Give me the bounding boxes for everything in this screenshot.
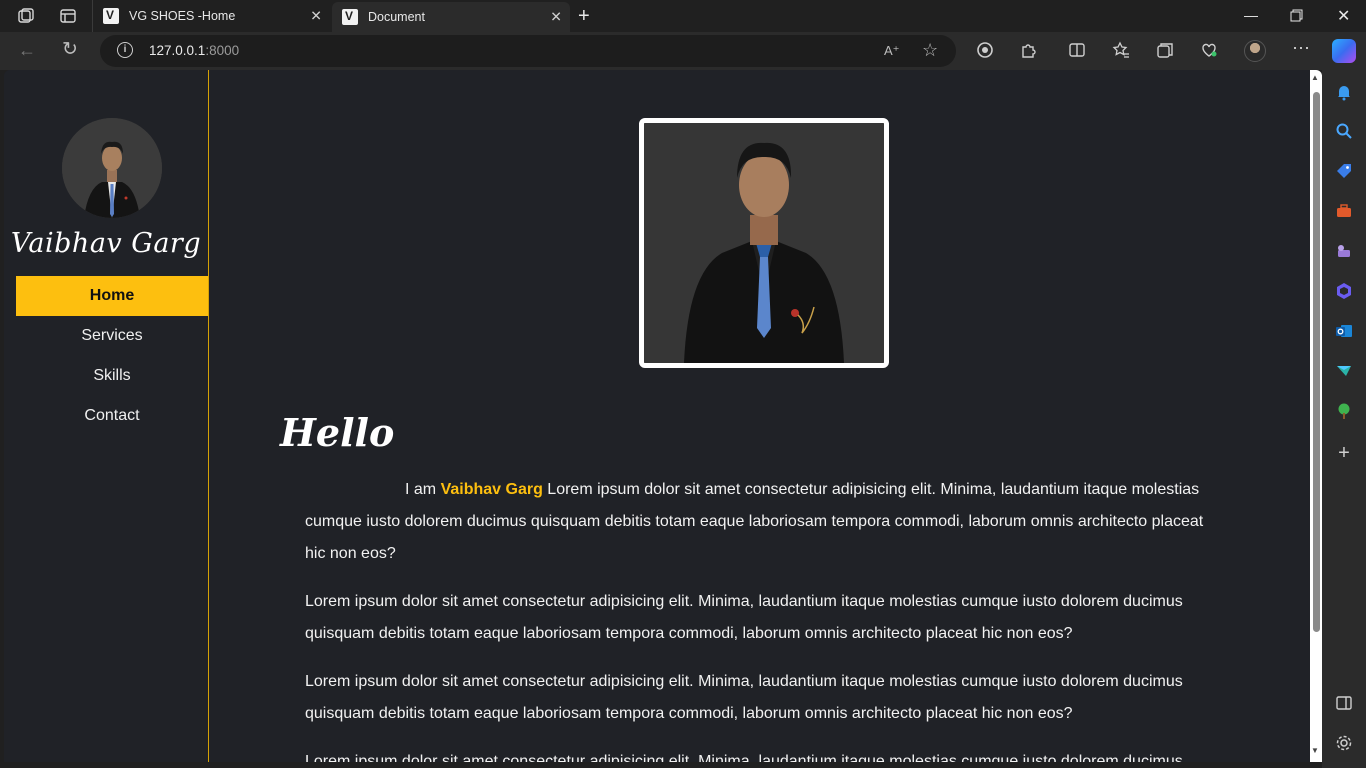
site-favicon-icon xyxy=(103,8,119,24)
designer-icon[interactable] xyxy=(1335,362,1353,380)
sidebar-settings-gear-icon[interactable] xyxy=(1335,734,1353,752)
intro-paragraph: I am Vaibhav Garg Lorem ipsum dolor sit … xyxy=(305,481,1204,562)
close-window-button[interactable]: ✕ xyxy=(1337,6,1350,26)
browser-health-icon[interactable] xyxy=(1200,41,1218,59)
tools-icon[interactable] xyxy=(1335,202,1353,220)
tree-icon[interactable] xyxy=(1335,402,1353,420)
outlook-icon[interactable] xyxy=(1335,322,1353,340)
search-icon[interactable] xyxy=(1335,122,1353,140)
close-tab-icon[interactable]: ✕ xyxy=(310,8,322,25)
collections-icon[interactable] xyxy=(1156,41,1174,59)
settings-more-icon[interactable]: ⋯ xyxy=(1292,38,1310,59)
tab-document[interactable]: Document ✕ xyxy=(332,2,570,32)
read-aloud-icon[interactable]: A⁺ xyxy=(884,43,900,59)
menu-item-services[interactable]: Services xyxy=(16,316,208,356)
page-heading: Hello xyxy=(280,410,395,455)
tab-vg-shoes[interactable]: VG SHOES -Home ✕ xyxy=(92,0,330,32)
refresh-button[interactable]: ↻ xyxy=(62,38,78,61)
scroll-down-arrow-icon[interactable]: ▼ xyxy=(1311,746,1319,755)
workspaces-icon[interactable] xyxy=(16,6,36,26)
site-info-icon[interactable]: i xyxy=(117,42,133,58)
microsoft-365-icon[interactable] xyxy=(1335,282,1353,300)
address-bar[interactable]: i 127.0.0.1:8000 A⁺ ☆ xyxy=(100,35,956,67)
profile-photo xyxy=(62,118,162,218)
split-screen-icon[interactable] xyxy=(1068,41,1086,59)
copilot-icon[interactable] xyxy=(1332,39,1356,63)
hero-photo xyxy=(639,118,889,368)
tab-actions-icon[interactable] xyxy=(58,6,78,26)
browser-titlebar: VG SHOES -Home ✕ Document ✕ + — ✕ xyxy=(0,0,1366,32)
close-tab-icon[interactable]: ✕ xyxy=(550,9,562,26)
site-sidebar: Vaibhav Garg Home Services Skills Contac… xyxy=(4,70,209,762)
new-tab-button[interactable]: + xyxy=(578,5,590,28)
add-sidebar-app-icon[interactable]: + xyxy=(1335,443,1353,463)
page-viewport: Vaibhav Garg Home Services Skills Contac… xyxy=(4,70,1322,762)
menu-item-skills[interactable]: Skills xyxy=(16,356,208,396)
browser-essentials-icon[interactable] xyxy=(976,41,994,59)
favorite-star-icon[interactable]: ☆ xyxy=(922,40,938,61)
scroll-up-arrow-icon[interactable]: ▲ xyxy=(1311,73,1319,82)
menu-item-contact[interactable]: Contact xyxy=(16,396,208,436)
avatar xyxy=(62,118,162,218)
menu-item-home[interactable]: Home xyxy=(16,276,208,316)
scrollbar-thumb[interactable] xyxy=(1313,92,1320,632)
restore-button[interactable] xyxy=(1290,9,1303,22)
portrait-image xyxy=(644,123,884,363)
tab-title: Document xyxy=(368,10,425,24)
highlighted-name: Vaibhav Garg xyxy=(440,481,543,498)
games-icon[interactable] xyxy=(1335,242,1353,260)
favorites-icon[interactable] xyxy=(1112,41,1130,59)
site-owner-name: Vaibhav Garg xyxy=(10,228,202,259)
edge-sidebar: + xyxy=(1322,70,1366,768)
body-paragraph: Lorem ipsum dolor sit amet consectetur a… xyxy=(305,593,1183,642)
shopping-tag-icon[interactable] xyxy=(1335,162,1353,180)
site-menu: Home Services Skills Contact xyxy=(16,276,208,436)
body-paragraph: Lorem ipsum dolor sit amet consectetur a… xyxy=(305,753,1183,762)
notifications-bell-icon[interactable] xyxy=(1335,83,1353,101)
tab-title: VG SHOES -Home xyxy=(129,9,236,23)
hide-sidebar-icon[interactable] xyxy=(1335,694,1353,712)
back-button[interactable]: ← xyxy=(18,40,36,61)
page-scrollbar[interactable]: ▲ ▼ xyxy=(1310,70,1322,762)
profile-avatar[interactable] xyxy=(1244,40,1266,62)
site-favicon-icon xyxy=(342,9,358,25)
url-text[interactable]: 127.0.0.1:8000 xyxy=(149,43,239,58)
extensions-icon[interactable] xyxy=(1020,41,1038,59)
body-paragraph: Lorem ipsum dolor sit amet consectetur a… xyxy=(305,673,1183,722)
minimize-button[interactable]: — xyxy=(1244,7,1258,23)
